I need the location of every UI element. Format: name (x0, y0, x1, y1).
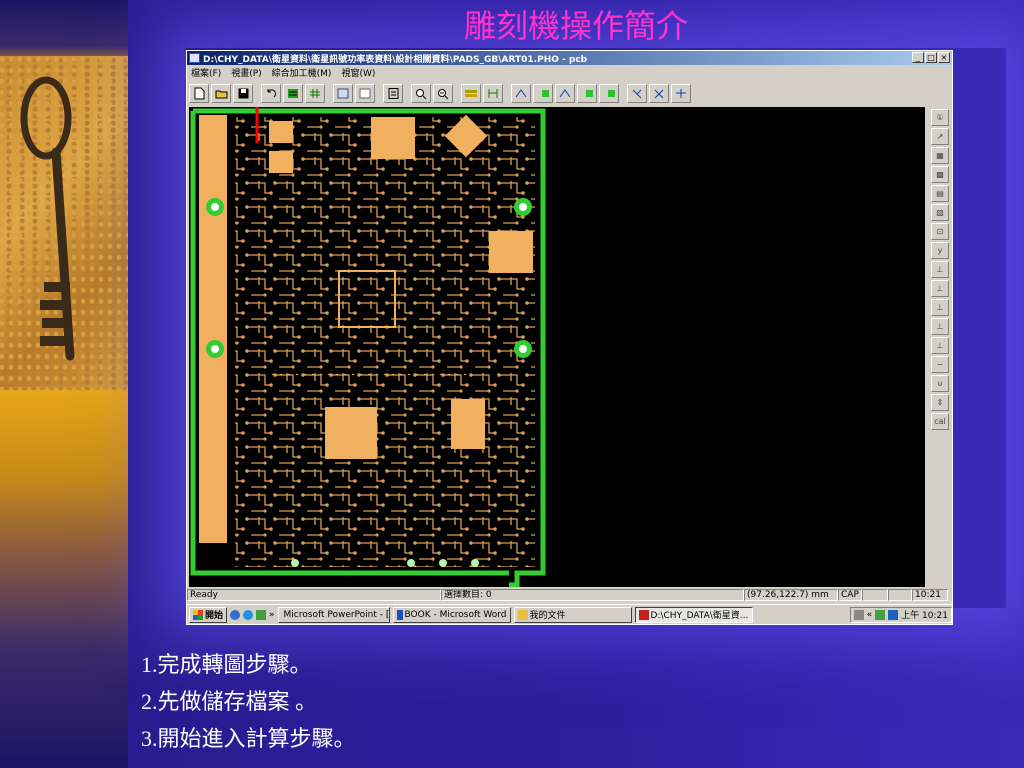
task-powerpoint[interactable]: Microsoft PowerPoint - [... (277, 606, 390, 623)
mill-icon[interactable] (671, 83, 691, 103)
rect-select-icon[interactable] (333, 83, 353, 103)
tool-12[interactable]: ⊥ (931, 318, 949, 335)
route1-icon[interactable] (511, 83, 531, 103)
key-photo (0, 56, 128, 390)
tool-9[interactable]: ⊥ (931, 261, 949, 278)
pcb-canvas[interactable] (189, 107, 925, 587)
task-word-label: BOOK - Microsoft Word (404, 609, 507, 620)
bullet-3: 3.開始進入計算步驟。 (141, 726, 356, 751)
key-illustration (20, 76, 75, 361)
start-button[interactable]: 開始 (189, 606, 228, 623)
status-coordinates: (97.26,122.7) mm (744, 589, 838, 601)
maximize-button[interactable]: □ (925, 52, 937, 63)
route4-icon[interactable] (577, 83, 597, 103)
grid-icon[interactable] (305, 83, 325, 103)
layer-green-icon[interactable] (283, 83, 303, 103)
close-button[interactable]: × (938, 52, 950, 63)
menu-machine[interactable]: 綜合加工機(M) (272, 66, 332, 79)
route2-icon[interactable] (533, 83, 553, 103)
status-empty-1 (862, 589, 888, 601)
tool-13[interactable]: ⊥ (931, 337, 949, 354)
minimize-button[interactable]: _ (912, 52, 924, 63)
tool-11[interactable]: ⊥ (931, 299, 949, 316)
task-my-documents-label: 我的文件 (529, 611, 566, 621)
status-empty-2 (888, 589, 912, 601)
menu-view[interactable]: 視畫(P) (231, 66, 261, 79)
pcb-app-icon (638, 609, 649, 620)
app-icon (189, 53, 200, 63)
window-icon[interactable] (355, 83, 375, 103)
menu-bar: 檔案(F) 視畫(P) 綜合加工機(M) 視窗(W) (187, 66, 375, 79)
zoom-out-icon[interactable] (433, 83, 453, 103)
slide-bullets: 1.完成轉圖步驟。 2.先做儲存檔案 。 3.開始進入計算步驟。 (141, 646, 356, 757)
drill-icon[interactable] (461, 83, 481, 103)
tool-2[interactable]: ↗ (931, 128, 949, 145)
task-my-documents[interactable]: 我的文件 (513, 606, 632, 623)
keyboard-icon[interactable] (853, 609, 864, 620)
calculator-icon[interactable] (383, 83, 403, 103)
save-icon[interactable] (233, 83, 253, 103)
tool-6[interactable]: ▧ (931, 204, 949, 221)
quicklaunch-desktop-icon[interactable] (256, 609, 267, 620)
task-pcb-app-label: D:\CHY_DATA\衛星資... (650, 611, 749, 621)
tray-chevron[interactable]: « (867, 610, 873, 620)
taskbar: 開始 » Microsoft PowerPoint - [... BOOK - … (187, 604, 952, 624)
slide-title: 雕刻機操作簡介 (463, 8, 688, 44)
route3-icon[interactable] (555, 83, 575, 103)
volume-icon[interactable] (888, 609, 899, 620)
probe-icon[interactable] (627, 83, 647, 103)
word-icon (396, 609, 403, 620)
quicklaunch-ie-icon[interactable] (243, 609, 254, 620)
menu-window[interactable]: 視窗(W) (341, 66, 375, 79)
tray-clock: 上午 10:21 (901, 611, 948, 621)
tool-8[interactable]: y (931, 242, 949, 259)
task-word[interactable]: BOOK - Microsoft Word (392, 606, 511, 623)
status-ready: Ready (187, 589, 441, 601)
pcb-drawing (190, 107, 546, 587)
undo-icon[interactable] (261, 83, 281, 103)
menu-file[interactable]: 檔案(F) (191, 66, 221, 79)
zoom-icon[interactable] (411, 83, 431, 103)
route5-icon[interactable] (599, 83, 619, 103)
cut-icon[interactable] (649, 83, 669, 103)
new-file-icon[interactable] (189, 83, 209, 103)
network-icon[interactable] (875, 609, 886, 620)
tool-15[interactable]: ⊍ (931, 375, 949, 392)
tool-1[interactable]: ① (931, 109, 949, 126)
right-tool-palette: ① ↗ ▦ ▩ ▤ ▧ ⊡ y ⊥ ⊥ ⊥ ⊥ ⊥ ∽ ⊍ ⇕ cal (931, 109, 951, 430)
title-bar[interactable]: D:\CHY_DATA\衛星資料\衛星訊號功率表資料\設計相關資料\PADS_G… (187, 51, 952, 65)
tool-16[interactable]: ⇕ (931, 394, 949, 411)
bullet-2: 2.先做儲存檔案 。 (141, 689, 318, 714)
quicklaunch-outlook-icon[interactable] (230, 609, 241, 620)
pcb-app-window: D:\CHY_DATA\衛星資料\衛星訊號功率表資料\設計相關資料\PADS_G… (186, 50, 953, 625)
quicklaunch-chevron[interactable]: » (269, 610, 275, 620)
status-time: 10:21 (912, 589, 948, 601)
status-cap: CAP (838, 589, 862, 601)
toolbar (189, 82, 691, 104)
tool-3[interactable]: ▦ (931, 147, 949, 164)
status-selected-count: 選擇數目: 0 (441, 589, 744, 601)
bullet-1: 1.完成轉圖步驟。 (141, 652, 312, 677)
folder-icon (517, 609, 528, 620)
open-folder-icon[interactable] (211, 83, 231, 103)
task-powerpoint-label: Microsoft PowerPoint - [... (283, 609, 390, 620)
tool-14[interactable]: ∽ (931, 356, 949, 373)
tool-4[interactable]: ▩ (931, 166, 949, 183)
windows-logo-icon (193, 609, 203, 620)
measure-icon[interactable] (483, 83, 503, 103)
tool-10[interactable]: ⊥ (931, 280, 949, 297)
window-title: D:\CHY_DATA\衛星資料\衛星訊號功率表資料\設計相關資料\PADS_G… (203, 55, 588, 65)
tool-5[interactable]: ▤ (931, 185, 949, 202)
task-pcb-app[interactable]: D:\CHY_DATA\衛星資... (634, 606, 753, 623)
tool-17[interactable]: cal (931, 413, 949, 430)
system-tray: « 上午 10:21 (849, 606, 952, 623)
start-label: 開始 (205, 611, 224, 621)
tool-7[interactable]: ⊡ (931, 223, 949, 240)
status-bar: Ready 選擇數目: 0 (97.26,122.7) mm CAP 10:21 (187, 589, 952, 602)
